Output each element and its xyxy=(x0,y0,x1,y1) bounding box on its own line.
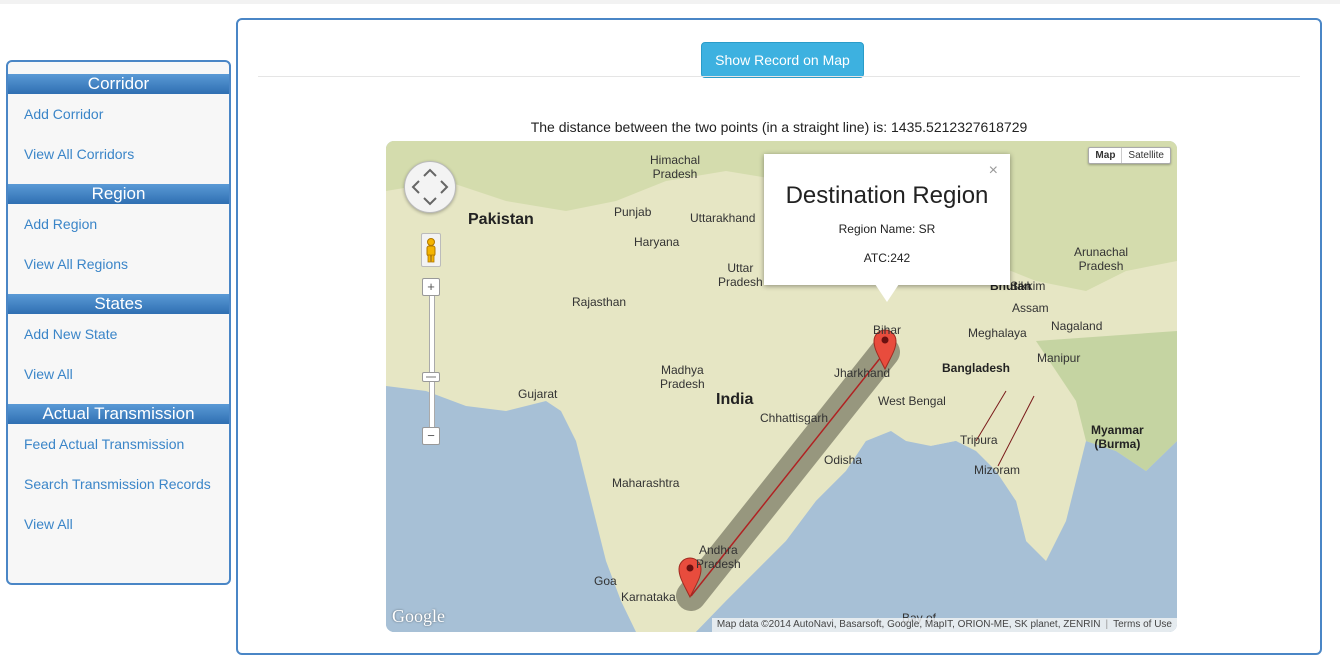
sidebar-heading-corridor: Corridor xyxy=(8,74,229,94)
map-label-meghalaya: Meghalaya xyxy=(968,326,1027,340)
view-all-corridors-link[interactable]: View All Corridors xyxy=(8,134,229,174)
map-type-map-button[interactable]: Map xyxy=(1089,148,1123,163)
map-label-assam: Assam xyxy=(1012,301,1049,315)
zoom-slider-track[interactable] xyxy=(429,291,435,441)
transmission-links: Feed Actual Transmission Search Transmis… xyxy=(8,424,229,544)
map-label-bangladesh: Bangladesh xyxy=(942,361,1011,375)
map-label-chhattisgarh: Chhattisgarh xyxy=(760,411,829,425)
info-window-atc: ATC:242 xyxy=(863,251,911,265)
distance-text: The distance between the two points (in … xyxy=(530,119,1028,135)
add-region-link[interactable]: Add Region xyxy=(8,204,229,244)
pan-control[interactable] xyxy=(404,161,456,213)
map-type-control: Map Satellite xyxy=(1088,147,1171,164)
info-window-tail xyxy=(875,284,899,302)
map-label-uttar-pradesh: Uttar Pradesh xyxy=(718,261,763,289)
map-label-tripura: Tripura xyxy=(960,433,998,447)
attribution-separator: | xyxy=(1105,619,1109,630)
terms-of-use-link[interactable]: Terms of Use xyxy=(1113,619,1172,630)
map-label-bihar: Bihar xyxy=(873,323,902,337)
map-label-nagaland: Nagaland xyxy=(1051,319,1103,333)
map-type-satellite-button[interactable]: Satellite xyxy=(1122,148,1170,163)
sidebar-heading-states: States xyxy=(8,294,229,314)
map-label-madhya-pradesh: Madhya Pradesh xyxy=(660,363,705,391)
pan-arrows-icon xyxy=(411,168,449,206)
main-panel: Show Record on Map The distance between … xyxy=(236,18,1322,655)
map-label-uttarakhand: Uttarakhand xyxy=(690,211,756,225)
map-label-rajasthan: Rajasthan xyxy=(572,295,627,309)
map-label-india: India xyxy=(716,391,754,408)
sidebar-heading-region: Region xyxy=(8,184,229,204)
states-links: Add New State View All xyxy=(8,314,229,394)
divider xyxy=(258,76,1300,77)
map-label-pakistan: Pakistan xyxy=(468,211,534,228)
show-record-on-map-button[interactable]: Show Record on Map xyxy=(701,42,864,78)
map-label-mizoram: Mizoram xyxy=(974,463,1021,477)
map-label-goa: Goa xyxy=(594,574,617,588)
zoom-out-button[interactable]: − xyxy=(422,427,440,445)
map-attribution: Map data ©2014 AutoNavi, Basarsoft, Goog… xyxy=(711,618,1177,632)
slider-grip-icon xyxy=(426,376,436,378)
map-label-punjab: Punjab xyxy=(614,205,652,219)
map-label-karnataka: Karnataka xyxy=(621,590,676,604)
map-label-manipur: Manipur xyxy=(1037,351,1081,365)
zoom-in-button[interactable]: + xyxy=(422,278,440,296)
map-label-jharkhand: Jharkhand xyxy=(834,366,891,380)
map-label-arunachal-pradesh: Arunachal Pradesh xyxy=(1074,245,1129,273)
map-label-myanmar: Myanmar (Burma) xyxy=(1091,423,1144,451)
corridor-links: Add Corridor View All Corridors xyxy=(8,94,229,174)
sidebar-nav: Corridor Add Corridor View All Corridors… xyxy=(6,60,231,585)
map-label-odisha: Odisha xyxy=(824,453,863,467)
info-window-title: Destination Region xyxy=(785,182,989,209)
add-new-state-link[interactable]: Add New State xyxy=(8,314,229,354)
add-corridor-link[interactable]: Add Corridor xyxy=(8,94,229,134)
map-label-haryana: Haryana xyxy=(634,235,680,249)
map-label-andhra-pradesh: Andhra Pradesh xyxy=(696,543,741,571)
feed-actual-transmission-link[interactable]: Feed Actual Transmission xyxy=(8,424,229,464)
view-all-transmission-link[interactable]: View All xyxy=(8,504,229,544)
street-view-pegman-icon[interactable] xyxy=(421,233,441,267)
attribution-text: Map data ©2014 AutoNavi, Basarsoft, Goog… xyxy=(716,619,1101,630)
search-transmission-records-link[interactable]: Search Transmission Records xyxy=(8,464,229,504)
map-label-gujarat: Gujarat xyxy=(518,387,558,401)
view-all-states-link[interactable]: View All xyxy=(8,354,229,394)
region-links: Add Region View All Regions xyxy=(8,204,229,284)
info-window: × Destination Region Region Name: SR ATC… xyxy=(764,154,1010,285)
google-map[interactable]: Pakistan Punjab Himachal Pradesh Uttarak… xyxy=(386,141,1177,632)
top-strip xyxy=(0,0,1340,4)
info-window-region-name: Region Name: SR xyxy=(838,222,936,236)
sidebar-heading-actual-transmission: Actual Transmission xyxy=(8,404,229,424)
close-icon[interactable]: × xyxy=(989,162,998,180)
map-label-himachal: Himachal Pradesh xyxy=(650,153,701,181)
zoom-slider-handle[interactable] xyxy=(422,372,440,382)
google-logo[interactable]: Google xyxy=(392,606,445,627)
map-label-maharashtra: Maharashtra xyxy=(612,476,680,490)
map-label-west-bengal: West Bengal xyxy=(878,394,946,408)
view-all-regions-link[interactable]: View All Regions xyxy=(8,244,229,284)
